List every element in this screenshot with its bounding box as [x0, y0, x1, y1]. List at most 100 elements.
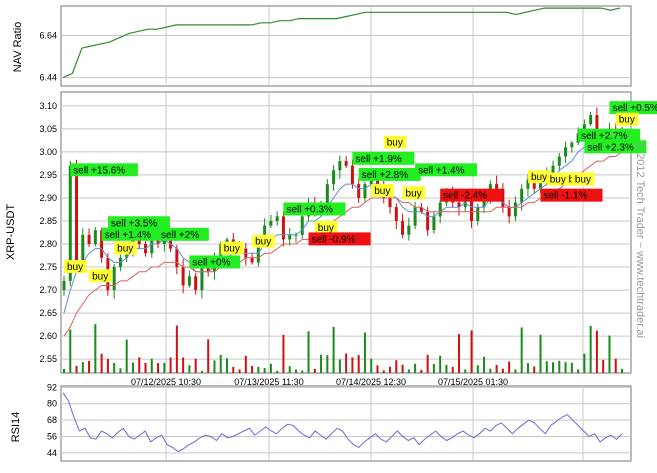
volume-bar — [570, 362, 573, 373]
candle-body — [432, 216, 436, 231]
candle-body — [520, 188, 524, 203]
volume-bar — [338, 359, 341, 373]
volume-bar — [200, 370, 203, 373]
signal-label-text: buy — [374, 186, 390, 197]
buy-signal-label: buy — [571, 172, 595, 186]
sell-signal-label: sell +1.4% — [415, 163, 478, 177]
volume-bar — [583, 353, 586, 373]
rsi-y-tick-label: 56 — [47, 431, 57, 441]
volume-bar — [526, 363, 529, 373]
price-y-tick-label: 2.80 — [39, 239, 57, 249]
rsi-y-tick-label: 44 — [47, 448, 57, 458]
x-tick-label: 07/15/2025 01:30 — [438, 377, 508, 387]
signal-label-text: buy — [550, 175, 566, 186]
signal-label-text: sell +3.5% — [111, 218, 158, 229]
volume-bar — [81, 362, 84, 373]
signal-label-text: sell +1.4% — [418, 165, 465, 176]
price-y-tick-label: 3.00 — [39, 147, 57, 157]
price-y-tick-label: 3.05 — [39, 124, 57, 134]
volume-bar — [363, 332, 366, 373]
volume-bar — [464, 369, 467, 373]
volume-bar — [614, 358, 617, 373]
rsi-panel-frame — [60, 385, 632, 462]
volume-bar — [332, 326, 335, 373]
volume-bar — [232, 366, 235, 373]
volume-bar — [602, 359, 605, 373]
candle-body — [426, 211, 430, 231]
volume-bar — [351, 357, 354, 373]
volume-bar — [188, 365, 191, 373]
volume-bar — [138, 357, 141, 373]
signal-label-text: buy — [575, 175, 591, 186]
volume-bar — [182, 357, 185, 373]
trading-chart: sell +15.6%buybuysell +3.5%sell +1.4%buy… — [5, 5, 657, 462]
volume-bar — [401, 364, 404, 373]
candle-body — [175, 248, 179, 268]
sell-signal-label: sell +15.6% — [70, 163, 138, 177]
candle-body — [407, 225, 411, 235]
buy-signal-label: buy — [64, 260, 87, 274]
signal-label-text: buy — [318, 223, 334, 234]
volume-bar — [282, 334, 285, 373]
volume-bar — [163, 362, 166, 373]
sell-loss-signal-label: sell -1.1% — [540, 188, 603, 202]
volume-bar — [175, 325, 178, 373]
sell-loss-signal-label: sell -2.4% — [440, 188, 503, 202]
signal-label-text: sell +2.3% — [587, 142, 634, 153]
candle-body — [589, 115, 593, 125]
volume-bar — [451, 366, 454, 373]
buy-signal-label: buy — [371, 184, 395, 198]
buy-signal-label: buy — [114, 241, 137, 255]
volume-bar — [238, 369, 241, 373]
volume-bar — [244, 355, 247, 373]
volume-bar — [157, 363, 160, 373]
volume-bar — [144, 362, 147, 373]
candle-body — [332, 170, 336, 185]
candle-body — [401, 220, 405, 235]
volume-bar — [263, 368, 266, 373]
candle-body — [181, 267, 185, 286]
volume-bar — [257, 366, 260, 373]
nav-panel-frame — [60, 5, 632, 87]
volume-bar — [520, 327, 523, 373]
volume-bar — [489, 368, 492, 373]
signal-label-text: sell +1.4% — [105, 230, 152, 241]
candle-body — [281, 216, 285, 240]
volume-bar — [294, 369, 297, 373]
buy-signal-label: buy — [314, 220, 338, 234]
nav-y-tick-label: 6.44 — [39, 73, 57, 83]
candle-body — [269, 220, 273, 226]
volume-bar — [514, 369, 517, 373]
signal-label-text: sell +2.8% — [362, 170, 409, 181]
price-y-tick-label: 2.75 — [39, 262, 57, 272]
signal-label-text: sell -0.9% — [312, 234, 356, 245]
buy-signal-label: buy — [89, 269, 112, 283]
candle-body — [112, 267, 116, 291]
signal-label-text: sell -1.1% — [543, 191, 587, 202]
candle-body — [81, 234, 85, 263]
volume-bar — [445, 364, 448, 373]
volume-bar — [457, 334, 460, 373]
volume-bar — [470, 330, 473, 373]
nav-ratio-axis-label: NAV Ratio — [12, 22, 24, 73]
rsi14-line — [62, 392, 623, 453]
volume-bar — [508, 361, 511, 373]
sell-signal-label: sell +1.9% — [352, 151, 415, 165]
volume-bar — [414, 363, 417, 373]
volume-bar — [269, 363, 272, 373]
watermark: © 2012 Tech Trader ~ www.techtrader.ai — [634, 142, 646, 338]
sell-signal-label: sell +2.7% — [578, 128, 641, 142]
signal-label-text: buy — [117, 244, 133, 255]
candle-body — [388, 197, 392, 208]
volume-bar — [219, 354, 222, 373]
signal-label-text: sell +2% — [161, 230, 199, 241]
nav-ratio-line — [62, 7, 621, 79]
volume-bar — [150, 358, 153, 373]
candle-body — [557, 156, 561, 166]
candle-body — [344, 161, 348, 166]
signal-label-text: buy — [406, 188, 422, 199]
sell-signal-label: sell +0% — [189, 255, 241, 269]
candle-body — [200, 267, 204, 291]
volume-bar — [313, 368, 316, 373]
volume-bar — [213, 360, 216, 373]
